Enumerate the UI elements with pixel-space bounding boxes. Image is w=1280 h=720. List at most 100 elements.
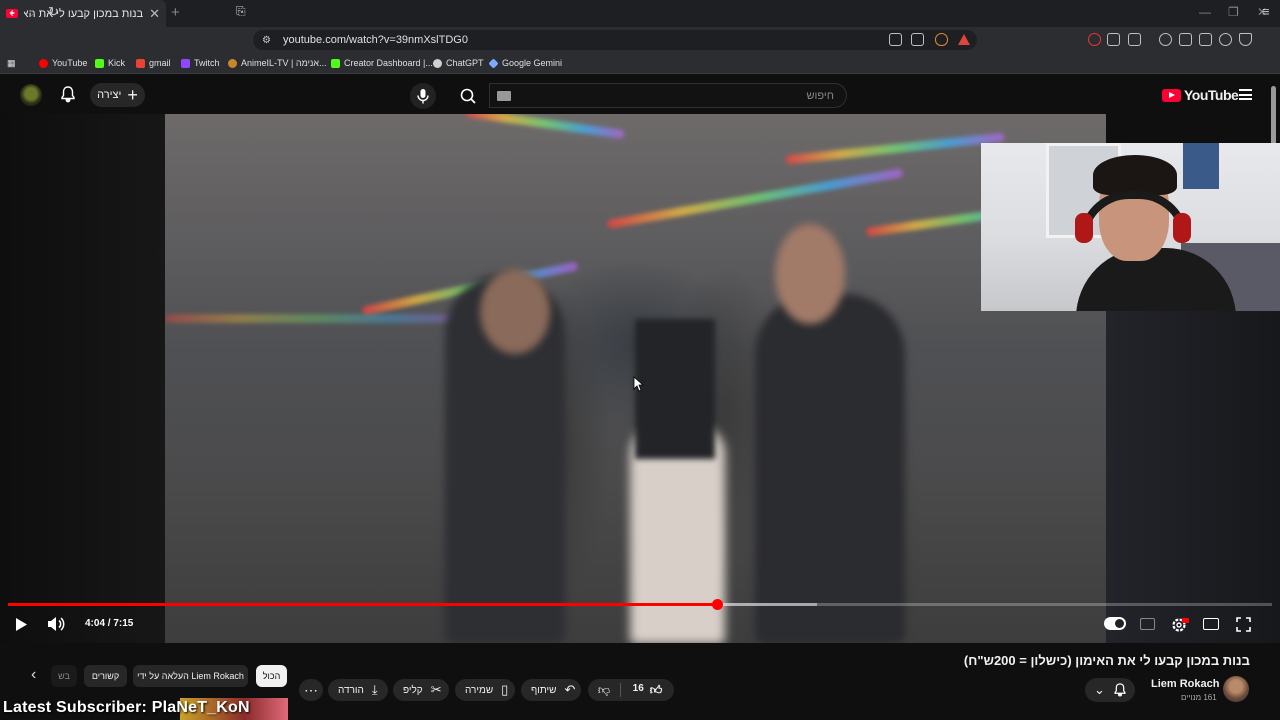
site-info-icon[interactable]: ⚙ <box>262 35 271 46</box>
share-label: שיתוף <box>531 684 557 696</box>
progress-scrubber[interactable] <box>711 599 723 610</box>
more-actions-button[interactable]: ⋯ <box>299 679 323 701</box>
theater-mode-icon[interactable] <box>1203 618 1219 630</box>
gym-machine <box>635 319 715 459</box>
mouse-cursor-icon <box>633 376 645 392</box>
menu-icon[interactable]: ≡ <box>1262 4 1270 19</box>
person-left-head <box>480 269 550 354</box>
gmail-icon <box>136 58 145 68</box>
guide-menu-icon[interactable] <box>1239 89 1252 100</box>
player-letterbox-right <box>1106 311 1280 643</box>
channel-name[interactable]: Liem Rokach <box>1151 678 1219 690</box>
streamer-webcam-overlay <box>981 143 1280 311</box>
bookmark-creator-dashboard[interactable]: Creator Dashboard |... <box>331 58 433 68</box>
webcam-headphone-left <box>1075 213 1093 243</box>
media-icon[interactable] <box>1159 33 1172 46</box>
chip-related[interactable]: קשורים <box>84 665 127 687</box>
search-input[interactable]: חיפוש <box>489 83 847 108</box>
youtube-logo-text: YouTube <box>1184 87 1239 103</box>
rewards-icon[interactable] <box>958 34 970 45</box>
person-right <box>755 294 905 643</box>
tab-title: בנות במכון קבעו לי את האימון (כ <box>24 7 144 20</box>
chevron-down-icon: ⌄ <box>1094 682 1105 697</box>
like-dislike-group: 👎︎ 16 👍︎ <box>588 679 674 701</box>
browser-tab[interactable]: בנות במכון קבעו לי את האימון (כ ✕ <box>0 0 166 27</box>
bookmark-youtube[interactable]: YouTube <box>39 58 87 68</box>
download-icon: ⤓ <box>371 682 378 697</box>
webcam-headphone-right <box>1173 213 1191 243</box>
extension-red-icon[interactable] <box>1088 33 1101 46</box>
bookmark-animeil[interactable]: AnimeIL-TV | אנימה... <box>228 58 327 68</box>
subtitles-icon[interactable] <box>1140 618 1155 630</box>
close-tab-icon[interactable]: ✕ <box>149 6 160 22</box>
bell-icon <box>1114 683 1126 697</box>
like-button[interactable]: 16 👍︎ <box>621 683 674 698</box>
download-button[interactable]: הורדה ⤓ <box>328 679 388 701</box>
twitch-icon <box>181 58 190 68</box>
like-icon: 👍︎ <box>649 682 663 697</box>
light-streak <box>165 314 465 323</box>
volume-icon[interactable] <box>47 616 65 632</box>
share-page-icon[interactable] <box>911 33 924 46</box>
chips-scroll-left-icon[interactable]: ‹ <box>31 666 36 684</box>
leo-ai-icon[interactable] <box>1219 33 1232 46</box>
more-icon: ⋯ <box>304 681 318 698</box>
reload-icon[interactable]: ↻ <box>48 4 59 20</box>
chip-uploaded-by[interactable]: העלאה על ידי Liem Rokach <box>133 665 248 687</box>
bookmark-gemini[interactable]: Google Gemini <box>488 57 562 69</box>
youtube-bookmark-icon <box>39 58 48 68</box>
youtube-logo[interactable]: YouTube <box>1162 87 1239 103</box>
cast-icon[interactable] <box>889 33 902 46</box>
new-tab-icon[interactable]: + <box>171 4 180 21</box>
video-frame[interactable] <box>165 114 1106 643</box>
bookmark-kick[interactable]: Kick <box>95 58 125 68</box>
brave-shield-icon[interactable] <box>935 33 948 46</box>
url-text[interactable]: youtube.com/watch?v=39nmXslTDG0 <box>283 34 468 46</box>
light-streak <box>465 114 625 140</box>
notifications-bell-icon[interactable] <box>60 86 76 108</box>
restore-icon[interactable]: ❐ <box>1228 5 1239 19</box>
minimize-icon[interactable]: — <box>1199 5 1211 19</box>
youtube-logo-icon <box>1162 88 1181 102</box>
sidebar-icon[interactable] <box>1179 33 1192 46</box>
screenshot-icon[interactable] <box>1128 33 1141 46</box>
bookmark-twitch[interactable]: Twitch <box>181 58 220 68</box>
settings-gear-icon[interactable] <box>1171 616 1189 634</box>
save-button[interactable]: שמירה ▯ <box>455 679 515 701</box>
keyboard-icon[interactable] <box>497 91 511 101</box>
save-bookmark-icon: ▯ <box>501 682 509 697</box>
bookmark-gmail[interactable]: gmail <box>136 58 171 68</box>
vpn-icon[interactable] <box>1239 33 1252 46</box>
channel-avatar[interactable] <box>1223 676 1249 702</box>
person-right-head <box>775 224 845 324</box>
animeil-icon <box>228 58 237 68</box>
dislike-icon[interactable]: 👎︎ <box>588 683 620 698</box>
like-count: 16 <box>632 682 644 694</box>
share-button[interactable]: שיתוף ↶ <box>521 679 581 701</box>
chatgpt-icon <box>433 58 442 68</box>
back-icon[interactable]: ‹ <box>9 4 14 21</box>
clip-button[interactable]: קליפ ✂ <box>393 679 449 701</box>
subscription-bell-button[interactable]: ⌄ <box>1085 678 1135 702</box>
search-button[interactable] <box>449 83 489 109</box>
voice-search-button[interactable] <box>410 83 436 109</box>
chip-partial[interactable]: בש <box>51 665 77 687</box>
download-label: הורדה <box>338 684 364 696</box>
wallet-icon[interactable] <box>1199 33 1212 46</box>
player-letterbox-left <box>0 114 165 643</box>
share-icon: ↶ <box>564 682 576 697</box>
bookmark-icon[interactable]: ⎘ <box>236 4 246 19</box>
apps-grid-icon[interactable]: ▦ <box>7 58 16 69</box>
autoplay-toggle[interactable] <box>1104 617 1126 630</box>
fullscreen-icon[interactable] <box>1236 617 1251 632</box>
light-streak <box>785 132 1005 165</box>
create-label: יצירה <box>97 89 122 101</box>
bookmark-chatgpt[interactable]: ChatGPT <box>433 58 484 68</box>
create-button[interactable]: יצירה + <box>90 83 145 107</box>
page-scrollbar[interactable] <box>1271 86 1276 146</box>
forward-icon[interactable]: › <box>30 4 35 21</box>
account-avatar[interactable] <box>20 84 42 106</box>
chip-all[interactable]: הכול <box>256 665 287 687</box>
extensions-icon[interactable] <box>1107 33 1120 46</box>
play-icon[interactable] <box>14 617 28 632</box>
